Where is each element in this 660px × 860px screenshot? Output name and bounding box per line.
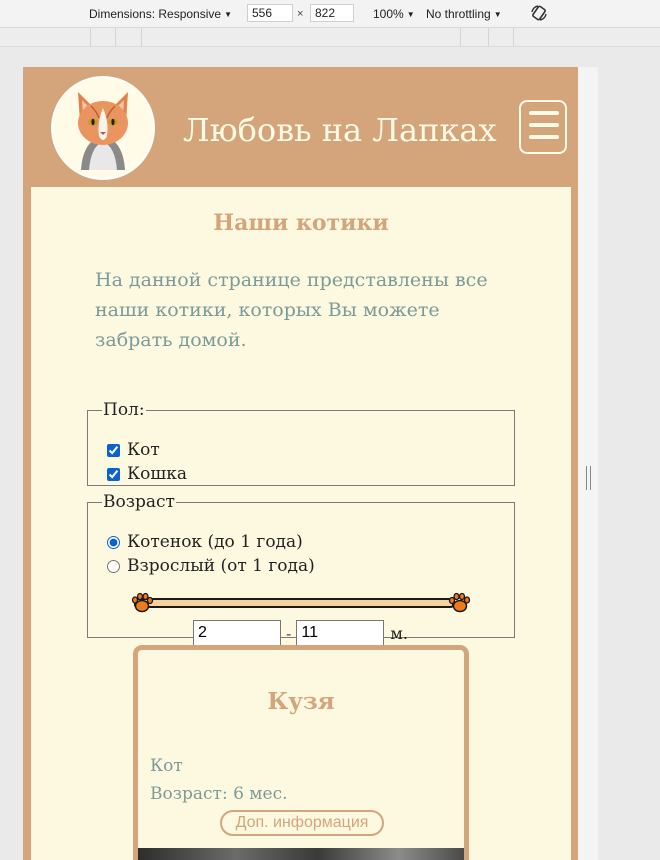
female-label: Кошка (127, 464, 187, 484)
age-max-input[interactable] (296, 620, 385, 646)
female-checkbox[interactable] (107, 467, 120, 481)
paw-slider-handle-max-icon[interactable] (448, 591, 472, 615)
age-range-slider[interactable] (134, 598, 454, 608)
cat-name: Кузя (267, 688, 335, 715)
cat-age: Возраст: 6 мес. (150, 784, 288, 804)
dimensions-label: Dimensions: Responsive (89, 7, 222, 21)
chevron-down-icon: ▼ (224, 10, 232, 19)
age-min-input[interactable] (193, 620, 281, 646)
kitten-radio[interactable] (107, 535, 120, 549)
cat-card: Кузя Кот Возраст: 6 мес. Доп. информация (133, 645, 469, 860)
more-info-button[interactable]: Доп. информация (220, 810, 384, 836)
site-logo[interactable] (51, 76, 155, 180)
site-page: Любовь на Лапках Наши котики На данной с… (23, 67, 578, 860)
resize-strip (578, 67, 598, 860)
zoom-dropdown[interactable]: 100% ▼ (373, 7, 415, 21)
hamburger-menu-button[interactable] (519, 100, 567, 154)
viewport-height-input[interactable] (310, 4, 354, 22)
cat-logo-icon (53, 78, 153, 178)
sex-option-female[interactable]: Кошка (107, 464, 187, 484)
adult-label: Взрослый (от 1 года) (127, 556, 315, 576)
media-query-ruler (0, 28, 660, 47)
cat-photo (138, 848, 464, 860)
kitten-label: Котенок (до 1 года) (127, 532, 303, 552)
viewport-width-input[interactable] (247, 4, 293, 22)
range-dash: - (286, 623, 292, 643)
page-intro: На данной странице представлены все наши… (95, 269, 488, 351)
resize-handle[interactable] (586, 466, 592, 490)
times-sign: × (297, 8, 304, 20)
chevron-down-icon: ▼ (406, 10, 415, 19)
main-content: Наши котики На данной странице представл… (31, 187, 571, 860)
age-unit: м. (390, 623, 408, 643)
age-filter: Возраст Котенок (до 1 года) Взрослый (от… (87, 492, 515, 646)
page-title: Наши котики (213, 210, 389, 236)
male-label: Кот (127, 440, 160, 460)
rotate-icon[interactable] (530, 4, 548, 22)
throttling-label: No throttling (426, 7, 491, 21)
menu-icon (529, 111, 559, 115)
adult-radio[interactable] (107, 559, 120, 573)
paw-slider-handle-min-icon[interactable] (130, 591, 154, 615)
dimensions-dropdown[interactable]: Dimensions: Responsive ▼ (89, 7, 232, 21)
sex-option-male[interactable]: Кот (107, 440, 160, 460)
age-option-kitten[interactable]: Котенок (до 1 года) (107, 532, 303, 552)
sex-filter: Пол: Кот Кошка (87, 400, 515, 486)
male-checkbox[interactable] (107, 443, 120, 457)
age-filter-legend: Возраст (103, 492, 175, 512)
zoom-label: 100% (373, 7, 404, 21)
cat-sex: Кот (150, 756, 183, 776)
age-range-inputs: - м. (193, 620, 408, 646)
sex-filter-legend: Пол: (103, 400, 145, 420)
age-option-adult[interactable]: Взрослый (от 1 года) (107, 556, 315, 576)
site-title[interactable]: Любовь на Лапках (183, 111, 497, 149)
chevron-down-icon: ▼ (493, 10, 502, 19)
throttling-dropdown[interactable]: No throttling ▼ (426, 7, 502, 21)
devtools-device-toolbar: Dimensions: Responsive▼ × 100%▼ No throt… (0, 0, 660, 28)
